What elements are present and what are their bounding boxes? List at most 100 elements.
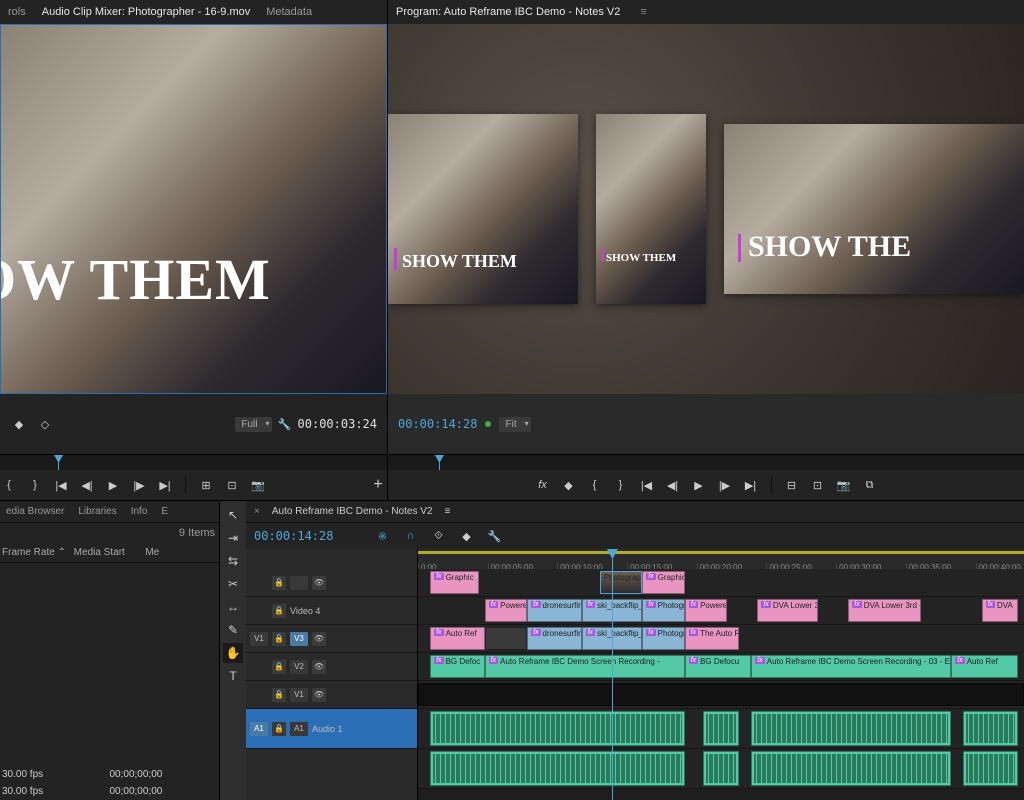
clip[interactable]: fxAuto Ref xyxy=(951,655,1018,678)
audio-clip[interactable] xyxy=(751,751,951,786)
step-forward-icon[interactable]: |▶ xyxy=(130,476,148,494)
timeline-playhead[interactable] xyxy=(612,549,613,800)
linked-selection-icon[interactable]: ⟐ xyxy=(429,527,447,545)
project-columns[interactable]: Frame Rate ⌃ Media Start Me xyxy=(0,543,219,563)
program-tab[interactable]: Program: Auto Reframe IBC Demo - Notes V… xyxy=(396,6,620,18)
toggle-output-icon[interactable]: 👁 xyxy=(312,660,326,674)
selection-tool-icon[interactable]: ↖ xyxy=(223,505,243,525)
fit-dropdown[interactable]: Fit xyxy=(499,417,530,432)
close-sequence-icon[interactable]: × xyxy=(254,506,260,517)
v4-header[interactable]: 🔒 Video 4 xyxy=(246,597,417,625)
mark-in-button[interactable]: { xyxy=(0,476,18,494)
col-media-start[interactable]: Media Start xyxy=(74,547,146,558)
track-v3[interactable]: fxAuto Reffxdronesurfing_ffxski_backflip… xyxy=(418,625,1024,653)
clip[interactable]: fxdronesurfing_f xyxy=(527,627,582,650)
track-a2[interactable] xyxy=(418,749,1024,789)
toggle-output-icon[interactable]: 👁 xyxy=(312,632,326,646)
toggle-output-icon[interactable]: 👁 xyxy=(312,576,326,590)
source-patch[interactable]: V1 xyxy=(250,632,268,646)
overwrite-icon[interactable]: ⊡ xyxy=(223,476,241,494)
lock-icon[interactable]: 🔒 xyxy=(272,576,286,590)
clip[interactable]: fxBG Defocu xyxy=(685,655,752,678)
time-ruler[interactable]: 0:0000:00:05:0000:00:10:0000:00:15:0000:… xyxy=(418,549,1024,569)
track-v1[interactable] xyxy=(418,681,1024,709)
a1-header[interactable]: A1 🔒 A1 Audio 1 xyxy=(246,709,417,749)
clip[interactable]: fxDVA Lower 3rd - one xyxy=(848,599,921,622)
source-patch[interactable]: A1 xyxy=(250,722,268,736)
v5-header[interactable]: 🔒 👁 xyxy=(246,569,417,597)
tab-audio-mixer[interactable]: Audio Clip Mixer: Photographer - 16-9.mo… xyxy=(42,6,250,18)
step-back-icon[interactable]: ◀| xyxy=(78,476,96,494)
tab-libraries[interactable]: Libraries xyxy=(78,506,116,517)
mark-out-button[interactable]: } xyxy=(26,476,44,494)
v2-header[interactable]: 🔒 V2 👁 xyxy=(246,653,417,681)
tab-media-browser[interactable]: edia Browser xyxy=(6,506,64,517)
track-label[interactable]: V1 xyxy=(290,688,308,702)
clip[interactable] xyxy=(418,683,1024,706)
clip[interactable]: fxThe Auto R xyxy=(685,627,740,650)
source-ruler[interactable] xyxy=(0,454,387,470)
clip[interactable]: fxAuto Reframe IBC Demo Screen Recording… xyxy=(485,655,685,678)
clip[interactable]: fxPowered b xyxy=(685,599,727,622)
clip[interactable]: fxAuto Ref xyxy=(430,627,485,650)
audio-clip[interactable] xyxy=(430,711,685,746)
add-button-icon[interactable]: + xyxy=(369,476,387,494)
clip[interactable]: fxPhotogra xyxy=(642,599,684,622)
hand-tool-icon[interactable]: ✋ xyxy=(223,643,243,663)
magnet-icon[interactable]: ∩ xyxy=(401,527,419,545)
audio-clip[interactable] xyxy=(751,711,951,746)
go-to-out-icon[interactable]: ▶| xyxy=(156,476,174,494)
go-to-in-icon[interactable]: |◀ xyxy=(638,476,656,494)
mark-in-button[interactable]: { xyxy=(586,476,604,494)
go-to-out-icon[interactable]: ▶| xyxy=(742,476,760,494)
add-marker-icon[interactable]: ◆ xyxy=(457,527,475,545)
project-row[interactable]: 30.00 fps00;00;00;00 xyxy=(0,766,219,783)
track-v2[interactable]: fxBG DefocfxAuto Reframe IBC Demo Screen… xyxy=(418,653,1024,681)
lock-icon[interactable]: 🔒 xyxy=(272,688,286,702)
col-frame-rate[interactable]: Frame Rate ⌃ xyxy=(2,547,74,558)
panel-menu-icon[interactable]: ≡ xyxy=(640,6,646,18)
track-a1[interactable] xyxy=(418,709,1024,749)
tab-controls[interactable]: rols xyxy=(8,6,26,18)
zoom-dropdown[interactable]: Full xyxy=(235,417,271,432)
tab-info[interactable]: Info xyxy=(131,506,148,517)
export-frame-icon[interactable]: 📷 xyxy=(835,476,853,494)
ripple-edit-tool-icon[interactable]: ⇆ xyxy=(223,551,243,571)
mark-out-button[interactable]: } xyxy=(612,476,630,494)
clip[interactable]: fxGraphic xyxy=(430,571,478,594)
go-to-in-icon[interactable]: |◀ xyxy=(52,476,70,494)
step-forward-icon[interactable]: |▶ xyxy=(716,476,734,494)
clip[interactable]: fxdronesurfing_f xyxy=(527,599,582,622)
clip[interactable]: Photograp xyxy=(600,571,642,594)
program-timecode[interactable]: 00:00:14:28 xyxy=(398,417,477,431)
v3-header[interactable]: V1 🔒 V3 👁 xyxy=(246,625,417,653)
timeline-timecode[interactable]: 00:00:14:28 xyxy=(254,529,333,543)
sequence-name[interactable]: Auto Reframe IBC Demo - Notes V2 xyxy=(272,506,433,517)
settings-icon[interactable]: 🔧 xyxy=(276,415,294,433)
clip[interactable]: fxDVA Lower 3rd xyxy=(757,599,818,622)
clip[interactable]: fxGraphic xyxy=(642,571,684,594)
wrench-icon[interactable]: 🔧 xyxy=(485,527,503,545)
clip[interactable]: fxAuto Reframe IBC Demo Screen Recording… xyxy=(751,655,951,678)
clip[interactable]: fxPhotograp xyxy=(642,627,684,650)
audio-clip[interactable] xyxy=(963,711,1018,746)
audio-clip[interactable] xyxy=(430,751,685,786)
insert-icon[interactable]: ⊞ xyxy=(197,476,215,494)
track-label[interactable] xyxy=(290,576,308,590)
clip[interactable]: fxBG Defoc xyxy=(430,655,485,678)
lock-icon[interactable]: 🔒 xyxy=(272,632,286,646)
slip-tool-icon[interactable]: ↔ xyxy=(223,597,243,617)
lock-icon[interactable]: 🔒 xyxy=(272,660,286,674)
step-back-icon[interactable]: ◀| xyxy=(664,476,682,494)
extract-icon[interactable]: ⊡ xyxy=(809,476,827,494)
v1-header[interactable]: 🔒 V1 👁 xyxy=(246,681,417,709)
project-row[interactable]: 30.00 fps00;00;00;00 xyxy=(0,783,219,800)
play-icon[interactable]: ▶ xyxy=(690,476,708,494)
track-select-tool-icon[interactable]: ⇥ xyxy=(223,528,243,548)
clip[interactable]: fxPowered xyxy=(485,599,527,622)
marker-in-icon[interactable]: ◆ xyxy=(10,415,28,433)
track-label[interactable]: V3 xyxy=(290,632,308,646)
clip[interactable] xyxy=(485,627,527,650)
export-frame-icon[interactable]: 📷 xyxy=(249,476,267,494)
marker-icon[interactable]: ◇ xyxy=(36,415,54,433)
